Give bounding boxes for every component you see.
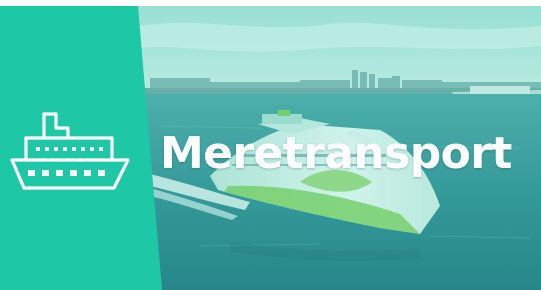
cruise-ship-icon bbox=[10, 112, 130, 190]
banner-title: Meretransport bbox=[160, 128, 512, 179]
hero-banner: Meretransport bbox=[0, 6, 541, 290]
